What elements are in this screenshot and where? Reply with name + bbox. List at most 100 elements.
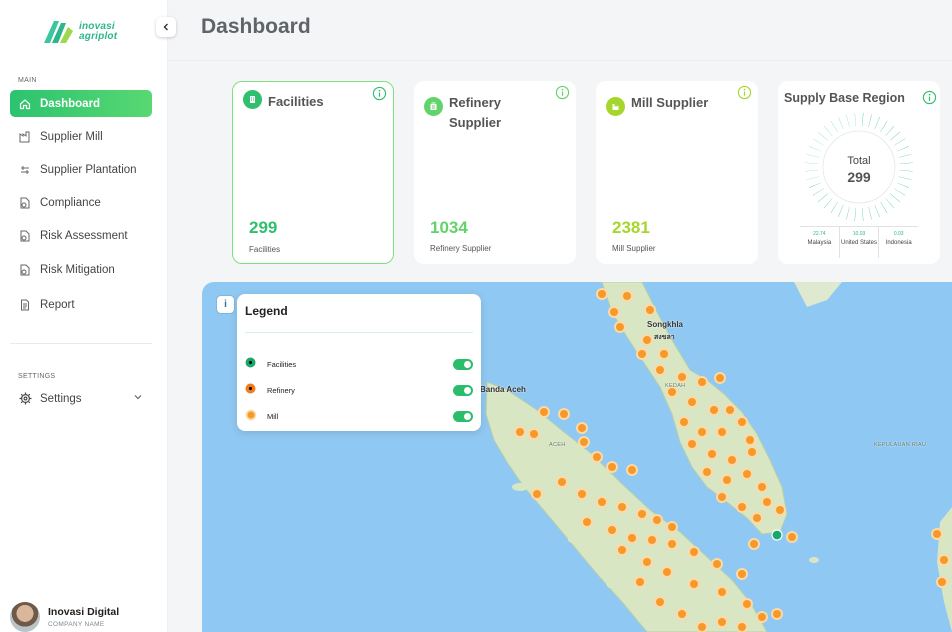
mill-marker[interactable] — [578, 490, 586, 498]
mill-marker[interactable] — [738, 503, 746, 511]
mill-marker[interactable] — [718, 588, 726, 596]
mill-marker[interactable] — [638, 350, 646, 358]
mill-marker[interactable] — [940, 556, 948, 564]
mill-marker[interactable] — [728, 456, 736, 464]
mill-marker[interactable] — [656, 598, 664, 606]
mill-marker[interactable] — [610, 308, 618, 316]
mill-marker[interactable] — [560, 410, 568, 418]
mill-marker[interactable] — [638, 510, 646, 518]
mill-marker[interactable] — [708, 450, 716, 458]
refinery-toggle[interactable] — [453, 384, 473, 396]
mill-marker[interactable] — [738, 623, 746, 631]
mill-toggle[interactable] — [453, 410, 473, 422]
sidebar-item-dashboard[interactable]: Dashboard — [10, 90, 152, 117]
mill-marker[interactable] — [608, 526, 616, 534]
mill-marker[interactable] — [776, 506, 784, 514]
mill-marker[interactable] — [628, 534, 636, 542]
mill-marker[interactable] — [688, 440, 696, 448]
mill-marker[interactable] — [623, 292, 631, 300]
mill-marker[interactable] — [636, 578, 644, 586]
info-icon[interactable] — [555, 85, 570, 100]
mill-marker[interactable] — [703, 468, 711, 476]
mill-marker[interactable] — [678, 610, 686, 618]
mill-marker[interactable] — [643, 558, 651, 566]
supply-base-region-card[interactable]: Supply Base Region Total 299 22.74 Malay… — [778, 81, 940, 264]
mill-marker[interactable] — [540, 408, 548, 416]
sidebar-item-settings[interactable]: Settings — [10, 385, 152, 412]
mill-marker[interactable] — [738, 570, 746, 578]
mill-marker[interactable] — [690, 580, 698, 588]
mill-marker[interactable] — [668, 388, 676, 396]
sidebar-item-supplier-mill[interactable]: Supplier Mill — [10, 123, 152, 150]
mill-marker[interactable] — [580, 438, 588, 446]
mill-marker[interactable] — [750, 540, 758, 548]
mill-marker[interactable] — [660, 350, 668, 358]
mill-marker[interactable] — [656, 366, 664, 374]
refinery-supplier-card[interactable]: Refinery Supplier 1034 Refinery Supplier — [414, 81, 576, 264]
brand-logo[interactable]: inovasi agriplot — [42, 16, 122, 48]
mill-marker[interactable] — [933, 530, 941, 538]
sidebar-item-risk-mitigation[interactable]: Risk Mitigation — [10, 256, 152, 283]
mill-marker[interactable] — [618, 503, 626, 511]
mill-marker[interactable] — [616, 323, 624, 331]
facilities-card[interactable]: Facilities 299 Facilities — [232, 81, 394, 264]
mill-marker[interactable] — [618, 546, 626, 554]
facilities-map[interactable]: Songkhla สงขลา Banda Aceh ACEH KEDAH KEP… — [202, 282, 952, 632]
mill-marker[interactable] — [698, 623, 706, 631]
mill-marker[interactable] — [738, 418, 746, 426]
mill-marker[interactable] — [533, 490, 541, 498]
sidebar-item-compliance[interactable]: Compliance — [10, 189, 152, 216]
sidebar-item-supplier-plantation[interactable]: Supplier Plantation — [10, 156, 152, 183]
sidebar-item-risk-assessment[interactable]: Risk Assessment — [10, 222, 152, 249]
mill-marker[interactable] — [663, 568, 671, 576]
mill-supplier-card[interactable]: Mill Supplier 2381 Mill Supplier — [596, 81, 758, 264]
map-info-button[interactable]: i — [216, 295, 235, 314]
mill-marker[interactable] — [578, 424, 586, 432]
mill-marker[interactable] — [788, 533, 796, 541]
collapse-sidebar-button[interactable] — [156, 17, 176, 37]
mill-marker[interactable] — [698, 378, 706, 386]
mill-marker[interactable] — [938, 578, 946, 586]
mill-marker[interactable] — [718, 428, 726, 436]
mill-marker[interactable] — [688, 398, 696, 406]
mill-marker[interactable] — [718, 493, 726, 501]
mill-marker[interactable] — [746, 436, 754, 444]
facilities-toggle[interactable] — [453, 358, 473, 370]
info-icon[interactable] — [737, 85, 752, 100]
mill-marker[interactable] — [748, 448, 756, 456]
mill-marker[interactable] — [583, 518, 591, 526]
sidebar-item-report[interactable]: Report — [10, 291, 152, 318]
mill-marker[interactable] — [743, 600, 751, 608]
mill-marker[interactable] — [758, 613, 766, 621]
mill-marker[interactable] — [753, 514, 761, 522]
mill-marker[interactable] — [723, 476, 731, 484]
mill-marker[interactable] — [718, 618, 726, 626]
info-icon[interactable] — [372, 86, 387, 101]
mill-marker[interactable] — [598, 290, 606, 298]
mill-marker[interactable] — [608, 463, 616, 471]
info-icon[interactable] — [922, 90, 937, 105]
user-profile[interactable]: Inovasi Digital COMPANY NAME — [10, 602, 119, 632]
mill-marker[interactable] — [646, 306, 654, 314]
mill-marker[interactable] — [743, 470, 751, 478]
mill-marker[interactable] — [698, 428, 706, 436]
mill-marker[interactable] — [598, 498, 606, 506]
mill-marker[interactable] — [628, 466, 636, 474]
mill-marker[interactable] — [690, 548, 698, 556]
mill-marker[interactable] — [726, 406, 734, 414]
mill-marker[interactable] — [668, 523, 676, 531]
mill-marker[interactable] — [716, 374, 724, 382]
mill-marker[interactable] — [763, 498, 771, 506]
mill-marker[interactable] — [653, 516, 661, 524]
mill-marker[interactable] — [758, 483, 766, 491]
mill-marker[interactable] — [773, 610, 781, 618]
mill-marker[interactable] — [710, 406, 718, 414]
mill-marker[interactable] — [668, 540, 676, 548]
mill-marker[interactable] — [678, 373, 686, 381]
mill-marker[interactable] — [558, 478, 566, 486]
mill-marker[interactable] — [713, 560, 721, 568]
mill-marker[interactable] — [680, 418, 688, 426]
mill-marker[interactable] — [530, 430, 538, 438]
mill-marker[interactable] — [593, 453, 601, 461]
mill-marker[interactable] — [648, 536, 656, 544]
